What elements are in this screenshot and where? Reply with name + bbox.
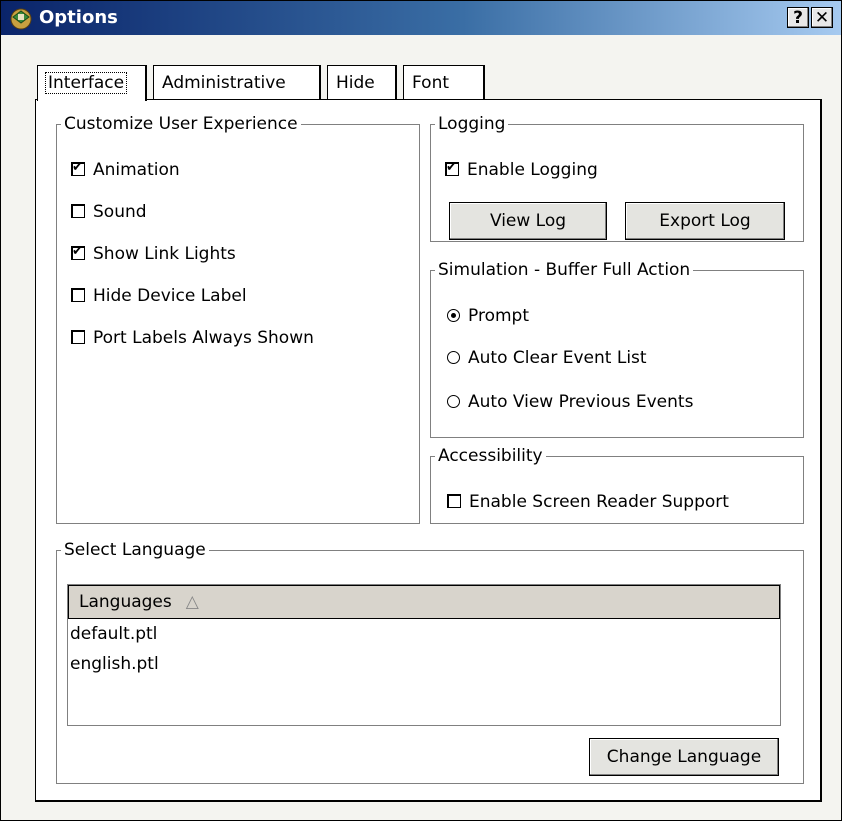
customize-legend: Customize User Experience [64,114,298,134]
view-log-button[interactable]: View Log [449,202,607,240]
radio-unselected-icon [447,395,460,408]
radio-label: Prompt [468,306,529,326]
tab-label: Font [412,73,450,93]
checkbox-unchecked-icon [71,330,85,344]
checkbox-unchecked-icon [71,204,85,218]
simulation-legend: Simulation - Buffer Full Action [438,260,691,280]
column-header-label: Languages [79,592,172,612]
list-item[interactable]: english.ptl [68,649,780,679]
customize-group: Customize User Experience Animation Soun… [56,114,420,524]
export-log-button[interactable]: Export Log [625,202,785,240]
language-group: Select Language Languages △ default.ptl e… [56,540,804,784]
checkbox-unchecked-icon [71,288,85,302]
radio-label: Auto Clear Event List [468,348,647,368]
checkbox-checked-icon [445,159,459,177]
logging-group: Logging Enable Logging View Log Export L… [430,114,804,242]
window-title: Options [39,7,118,28]
title-bar[interactable]: Options ? ✕ [1,1,841,35]
show-link-lights-checkbox[interactable]: Show Link Lights [71,243,236,264]
auto-view-radio[interactable]: Auto View Previous Events [447,392,693,412]
change-language-button[interactable]: Change Language [589,738,779,776]
checkbox-label: Sound [93,202,147,222]
sound-checkbox[interactable]: Sound [71,202,147,222]
languages-column-header[interactable]: Languages △ [68,585,780,619]
auto-clear-radio[interactable]: Auto Clear Event List [447,348,647,368]
close-button[interactable]: ✕ [811,7,833,28]
checkbox-label: Show Link Lights [93,244,236,264]
port-labels-checkbox[interactable]: Port Labels Always Shown [71,328,314,348]
accessibility-legend: Accessibility [438,446,543,466]
simulation-group: Simulation - Buffer Full Action Prompt A… [430,260,804,438]
checkbox-checked-icon [71,243,85,261]
hide-device-label-checkbox[interactable]: Hide Device Label [71,286,247,306]
list-item[interactable]: default.ptl [68,619,780,649]
accessibility-group: Accessibility Enable Screen Reader Suppo… [430,446,804,524]
animation-checkbox[interactable]: Animation [71,159,180,180]
checkbox-label: Animation [93,160,180,180]
checkbox-label: Hide Device Label [93,286,247,306]
checkbox-label: Enable Screen Reader Support [469,492,729,512]
radio-selected-icon [447,309,460,322]
language-legend: Select Language [64,540,206,560]
tab-label: Interface [44,72,128,94]
radio-label: Auto View Previous Events [468,392,694,412]
languages-list[interactable]: Languages △ default.ptl english.ptl [67,584,781,726]
sort-ascending-icon: △ [185,592,199,612]
checkbox-label: Port Labels Always Shown [93,328,314,348]
tab-label: Administrative [162,73,286,93]
prompt-radio[interactable]: Prompt [447,306,529,326]
options-window: Options ? ✕ Interface Administrative Hid… [0,0,842,821]
logging-legend: Logging [438,114,506,134]
tab-hide[interactable]: Hide [327,65,397,99]
radio-unselected-icon [447,351,460,364]
screen-reader-checkbox[interactable]: Enable Screen Reader Support [447,492,729,512]
checkbox-label: Enable Logging [467,160,598,180]
enable-logging-checkbox[interactable]: Enable Logging [445,159,598,180]
dialog-client: Interface Administrative Hide Font Custo… [7,37,837,817]
checkbox-checked-icon [71,159,85,177]
tab-font[interactable]: Font [403,65,485,99]
tab-label: Hide [336,73,375,93]
app-icon [10,8,32,30]
checkbox-unchecked-icon [447,494,461,508]
close-icon: ✕ [814,8,830,28]
help-button[interactable]: ? [787,7,809,28]
tab-interface[interactable]: Interface [37,65,147,101]
tab-administrative[interactable]: Administrative [153,65,321,99]
interface-tab-panel: Customize User Experience Animation Soun… [35,99,822,802]
